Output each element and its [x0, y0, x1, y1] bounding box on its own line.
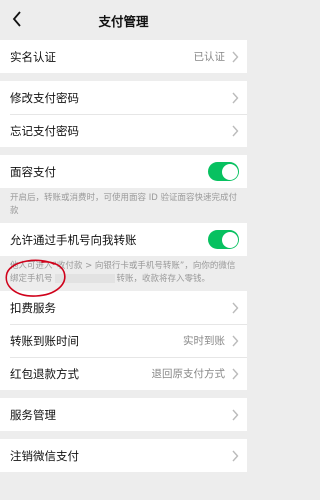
page-title: 支付管理 — [98, 13, 149, 29]
refund-method-label: 红包退款方式 — [10, 366, 79, 381]
chevron-right-icon — [232, 92, 239, 103]
cancel-pay-row[interactable]: 注销微信支付 — [0, 439, 247, 472]
redacted-phone — [54, 273, 115, 283]
phone-transfer-label: 允许通过手机号向我转账 — [10, 232, 137, 247]
arrival-time-label: 转账到账时间 — [10, 333, 79, 348]
chevron-right-icon — [232, 409, 239, 420]
nav-bar: 支付管理 — [0, 0, 247, 40]
face-pay-toggle[interactable] — [208, 162, 239, 181]
refund-method-value: 退回原支付方式 — [151, 368, 226, 380]
face-pay-note: 开启后，转账或消费时，可使用面容 ID 验证面容快速完成付款 — [0, 188, 247, 223]
phone-transfer-note-part2: 转账，收款将存入零钱。 — [116, 273, 211, 284]
chevron-right-icon — [232, 51, 239, 62]
phone-transfer-note: 他人可进入“收付款 > 向银行卡或手机号转账”，向你的微信绑定手机号 转账，收款将… — [0, 256, 247, 291]
chevron-right-icon — [232, 450, 239, 461]
group-password: 修改支付密码 忘记支付密码 — [0, 81, 247, 147]
chevron-right-icon — [232, 302, 239, 313]
forgot-password-row[interactable]: 忘记支付密码 — [0, 114, 247, 147]
deduction-service-row[interactable]: 扣费服务 — [0, 291, 247, 324]
chevron-right-icon — [232, 125, 239, 136]
service-management-row[interactable]: 服务管理 — [0, 398, 247, 431]
modify-password-label: 修改支付密码 — [10, 90, 79, 105]
deduction-service-label: 扣费服务 — [10, 300, 56, 315]
group-phone-transfer: 允许通过手机号向我转账 — [0, 223, 247, 256]
toggle-knob — [221, 231, 238, 248]
face-pay-row: 面容支付 — [0, 155, 247, 188]
group-realname: 实名认证 已认证 — [0, 40, 247, 73]
cancel-pay-label: 注销微信支付 — [10, 448, 79, 463]
modify-password-row[interactable]: 修改支付密码 — [0, 81, 247, 114]
arrival-time-value: 实时到账 — [183, 335, 225, 347]
group-face-pay: 面容支付 — [0, 155, 247, 188]
group-service-management: 服务管理 — [0, 398, 247, 431]
face-pay-label: 面容支付 — [10, 164, 56, 179]
group-services: 扣费服务 转账到账时间 实时到账 红包退款方式 退回原支付方式 — [0, 291, 247, 390]
arrival-time-row[interactable]: 转账到账时间 实时到账 — [0, 324, 247, 357]
realname-label: 实名认证 — [10, 49, 56, 64]
toggle-knob — [221, 163, 238, 180]
refund-method-row[interactable]: 红包退款方式 退回原支付方式 — [0, 357, 247, 390]
chevron-right-icon — [232, 368, 239, 379]
chevron-left-icon[interactable] — [6, 8, 28, 30]
service-management-label: 服务管理 — [10, 407, 56, 422]
chevron-right-icon — [232, 335, 239, 346]
phone-transfer-toggle[interactable] — [208, 230, 239, 249]
realname-status: 已认证 — [193, 51, 226, 63]
realname-row[interactable]: 实名认证 已认证 — [0, 40, 247, 73]
phone-transfer-row: 允许通过手机号向我转账 — [0, 223, 247, 256]
group-cancel-pay: 注销微信支付 — [0, 439, 247, 472]
forgot-password-label: 忘记支付密码 — [10, 123, 79, 138]
